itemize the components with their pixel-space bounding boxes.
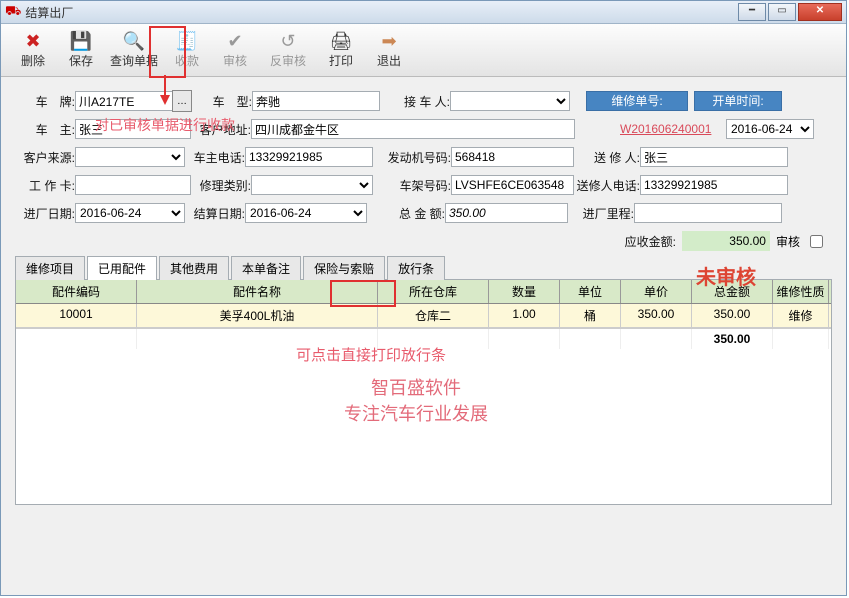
arrow-down-icon xyxy=(160,95,170,105)
orderno-value[interactable]: W201606240001 xyxy=(620,122,720,136)
toolbar-exit-button[interactable]: ➡退出 xyxy=(365,26,413,74)
addr-input[interactable] xyxy=(251,119,575,139)
label-due: 应收金额: xyxy=(625,233,676,250)
annotation-unaudited: 未审核 xyxy=(696,261,756,290)
label-mileage: 进厂里程: xyxy=(568,205,634,222)
titlebar: ⛟ 结算出厂 ━ ▭ ✕ xyxy=(1,1,846,24)
label-phone: 车主电话: xyxy=(185,149,245,166)
grid-body: 10001美孚400L机油仓库二1.00桶350.00350.00维修 350.… xyxy=(16,304,831,504)
col-header: 配件编码 xyxy=(16,280,137,303)
col-header: 数量 xyxy=(489,280,560,303)
total-input[interactable] xyxy=(445,203,568,223)
label-card: 工 作 卡: xyxy=(15,177,75,194)
due-amount: 350.00 xyxy=(682,231,770,251)
tab-0[interactable]: 维修项目 xyxy=(15,256,85,280)
cell: 桶 xyxy=(560,304,621,327)
form-panel: 车 牌: … 车 型: 接 车 人: 维修单号: 开单时间: 车 主: 客户地址… xyxy=(1,77,846,255)
phone-input[interactable] xyxy=(245,147,373,167)
opendate-select[interactable]: 2016-06-24 xyxy=(726,119,814,139)
close-button[interactable]: ✕ xyxy=(798,3,842,21)
query-icon: 🔍 xyxy=(122,31,146,51)
annotation-print-tip: 可点击直接打印放行条 xyxy=(296,344,446,365)
sphone-input[interactable] xyxy=(640,175,788,195)
tab-3[interactable]: 本单备注 xyxy=(231,256,301,280)
label-src: 客户来源: xyxy=(15,149,75,166)
label-plate: 车 牌: xyxy=(15,93,75,110)
tab-4[interactable]: 保险与索赔 xyxy=(303,256,385,280)
label-engine: 发动机号码: xyxy=(373,149,451,166)
indate-select[interactable]: 2016-06-24 xyxy=(75,203,185,223)
annotation-collect-tip: 对已审核单据进行收款 xyxy=(95,115,235,135)
highlight-release-tab xyxy=(330,280,396,307)
rtype-select[interactable] xyxy=(251,175,373,195)
label-receiver: 接 车 人: xyxy=(380,93,450,110)
highlight-collect-button xyxy=(149,26,186,78)
toolbar-audit-button[interactable]: ✔审核 xyxy=(211,26,259,74)
cell: 10001 xyxy=(16,304,137,327)
app-icon: ⛟ xyxy=(5,3,21,21)
cell: 仓库二 xyxy=(378,304,489,327)
print-icon: 🖨 xyxy=(329,31,353,51)
plate-picker[interactable]: … xyxy=(172,90,192,112)
watermark: 智百盛软件 专注汽车行业发展 xyxy=(316,374,516,426)
save-icon: 💾 xyxy=(69,31,93,51)
cell: 1.00 xyxy=(489,304,560,327)
header-opentime: 开单时间: xyxy=(694,91,782,111)
tab-5[interactable]: 放行条 xyxy=(387,256,445,280)
label-sphone: 送修人电话: xyxy=(574,177,640,194)
label-owner: 车 主: xyxy=(15,121,75,138)
header-orderno: 维修单号: xyxy=(586,91,688,111)
window-title: 结算出厂 xyxy=(25,4,738,21)
mileage-input[interactable] xyxy=(634,203,782,223)
toolbar: ✖删除💾保存🔍查询单据🧾收款✔审核↺反审核🖨打印➡退出 xyxy=(1,24,846,77)
label-sender: 送 修 人: xyxy=(574,149,640,166)
label-model: 车 型: xyxy=(192,93,252,110)
col-header: 单位 xyxy=(560,280,621,303)
cell: 350.00 xyxy=(621,304,692,327)
toolbar-save-button[interactable]: 💾保存 xyxy=(57,26,105,74)
tab-2[interactable]: 其他费用 xyxy=(159,256,229,280)
exit-icon: ➡ xyxy=(377,31,401,51)
toolbar-print-button[interactable]: 🖨打印 xyxy=(317,26,365,74)
app-window: ⛟ 结算出厂 ━ ▭ ✕ ✖删除💾保存🔍查询单据🧾收款✔审核↺反审核🖨打印➡退出… xyxy=(0,0,847,596)
vin-input[interactable] xyxy=(451,175,574,195)
toolbar-delete-button[interactable]: ✖删除 xyxy=(9,26,57,74)
audit-icon: ✔ xyxy=(223,31,247,51)
arrow-shaft xyxy=(164,75,166,97)
cell: 350.00 xyxy=(692,304,773,327)
model-input[interactable] xyxy=(252,91,380,111)
cell: 维修 xyxy=(773,304,829,327)
receiver-select[interactable] xyxy=(450,91,570,111)
col-header: 单价 xyxy=(621,280,692,303)
maximize-button[interactable]: ▭ xyxy=(768,3,796,21)
label-vin: 车架号码: xyxy=(373,177,451,194)
sdate-select[interactable]: 2016-06-24 xyxy=(245,203,367,223)
col-header: 维修性质 xyxy=(773,280,829,303)
label-indate: 进厂日期: xyxy=(15,205,75,222)
tab-1[interactable]: 已用配件 xyxy=(87,256,157,280)
unaudit-icon: ↺ xyxy=(276,31,300,51)
label-sdate: 结算日期: xyxy=(185,205,245,222)
label-auditchk: 审核 xyxy=(776,233,800,250)
toolbar-unaudit-button[interactable]: ↺反审核 xyxy=(259,26,317,74)
sender-input[interactable] xyxy=(640,147,788,167)
src-select[interactable] xyxy=(75,147,185,167)
parts-grid: 配件编码配件名称所在仓库数量单位单价总金额维修性质 10001美孚400L机油仓… xyxy=(15,279,832,505)
table-row[interactable]: 10001美孚400L机油仓库二1.00桶350.00350.00维修 xyxy=(16,304,831,328)
card-input[interactable] xyxy=(75,175,191,195)
engine-input[interactable] xyxy=(451,147,574,167)
delete-icon: ✖ xyxy=(21,31,45,51)
label-total: 总 金 额: xyxy=(367,205,445,222)
minimize-button[interactable]: ━ xyxy=(738,3,766,21)
cell: 美孚400L机油 xyxy=(137,304,378,327)
label-rtype: 修理类别: xyxy=(191,177,251,194)
plate-input[interactable] xyxy=(75,91,173,111)
audit-checkbox[interactable] xyxy=(810,235,823,248)
